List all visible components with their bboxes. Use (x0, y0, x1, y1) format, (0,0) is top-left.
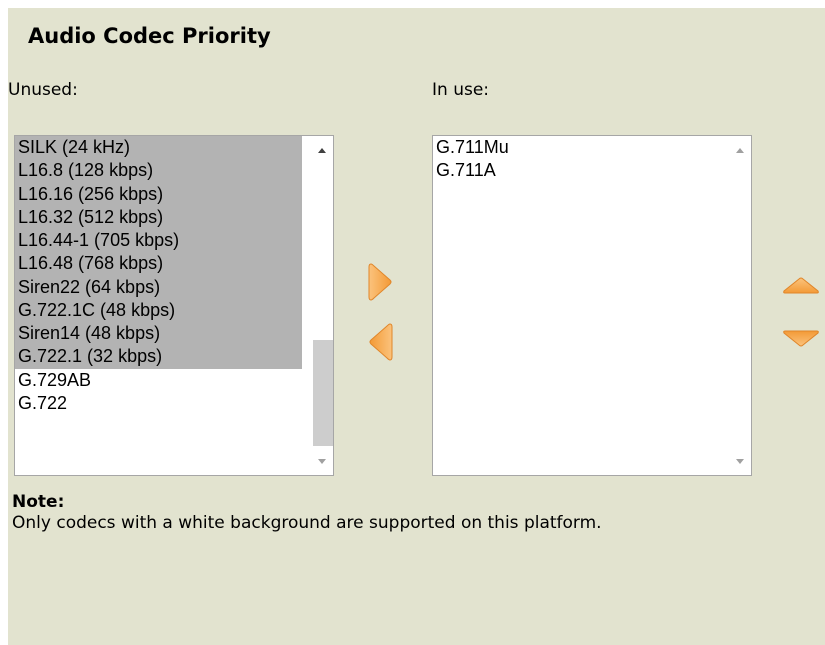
note-text: Only codecs with a white background are … (12, 513, 602, 533)
scrollbar-thumb[interactable] (313, 340, 333, 446)
list-item[interactable]: G.711A (433, 159, 720, 183)
unused-label: Unused: (8, 80, 78, 100)
arrow-down-icon[interactable] (782, 328, 822, 348)
unused-scrollbar[interactable] (311, 136, 333, 475)
in-use-codecs-items: G.711Mu G.711A (433, 136, 720, 183)
section-title: Audio Codec Priority (28, 24, 271, 48)
scroll-down-icon[interactable] (311, 451, 333, 471)
in-use-codecs-listbox[interactable]: G.711Mu G.711A (432, 135, 752, 476)
arrow-left-icon[interactable] (367, 321, 395, 363)
list-item[interactable]: G.722 (15, 391, 302, 415)
arrow-right-icon[interactable] (366, 261, 394, 303)
audio-codec-priority-panel: Audio Codec Priority Unused: In use: SIL… (8, 8, 825, 645)
list-item[interactable]: G.729AB (15, 368, 302, 392)
list-item[interactable]: G.722.1 (32 kbps) (15, 345, 302, 369)
list-item[interactable]: L16.8 (128 kbps) (15, 159, 302, 183)
list-item[interactable]: L16.16 (256 kbps) (15, 182, 302, 206)
scroll-up-icon[interactable] (311, 140, 333, 160)
list-item[interactable]: Siren22 (64 kbps) (15, 275, 302, 299)
note-title: Note: (12, 492, 65, 512)
list-item[interactable]: G.711Mu (433, 136, 720, 160)
list-item[interactable]: L16.44-1 (705 kbps) (15, 229, 302, 253)
unused-codecs-items: SILK (24 kHz) L16.8 (128 kbps) L16.16 (2… (15, 136, 302, 415)
list-item[interactable]: L16.48 (768 kbps) (15, 252, 302, 276)
scrollbar-track[interactable] (313, 160, 333, 452)
scroll-down-icon[interactable] (729, 451, 751, 471)
list-item[interactable]: SILK (24 kHz) (15, 136, 302, 160)
arrow-up-icon[interactable] (782, 276, 822, 296)
scroll-up-icon[interactable] (729, 140, 751, 160)
in-use-label: In use: (432, 80, 490, 100)
unused-codecs-listbox[interactable]: SILK (24 kHz) L16.8 (128 kbps) L16.16 (2… (14, 135, 334, 476)
list-item[interactable]: G.722.1C (48 kbps) (15, 298, 302, 322)
in-use-scrollbar[interactable] (729, 136, 751, 475)
list-item[interactable]: Siren14 (48 kbps) (15, 322, 302, 346)
list-item[interactable]: L16.32 (512 kbps) (15, 205, 302, 229)
